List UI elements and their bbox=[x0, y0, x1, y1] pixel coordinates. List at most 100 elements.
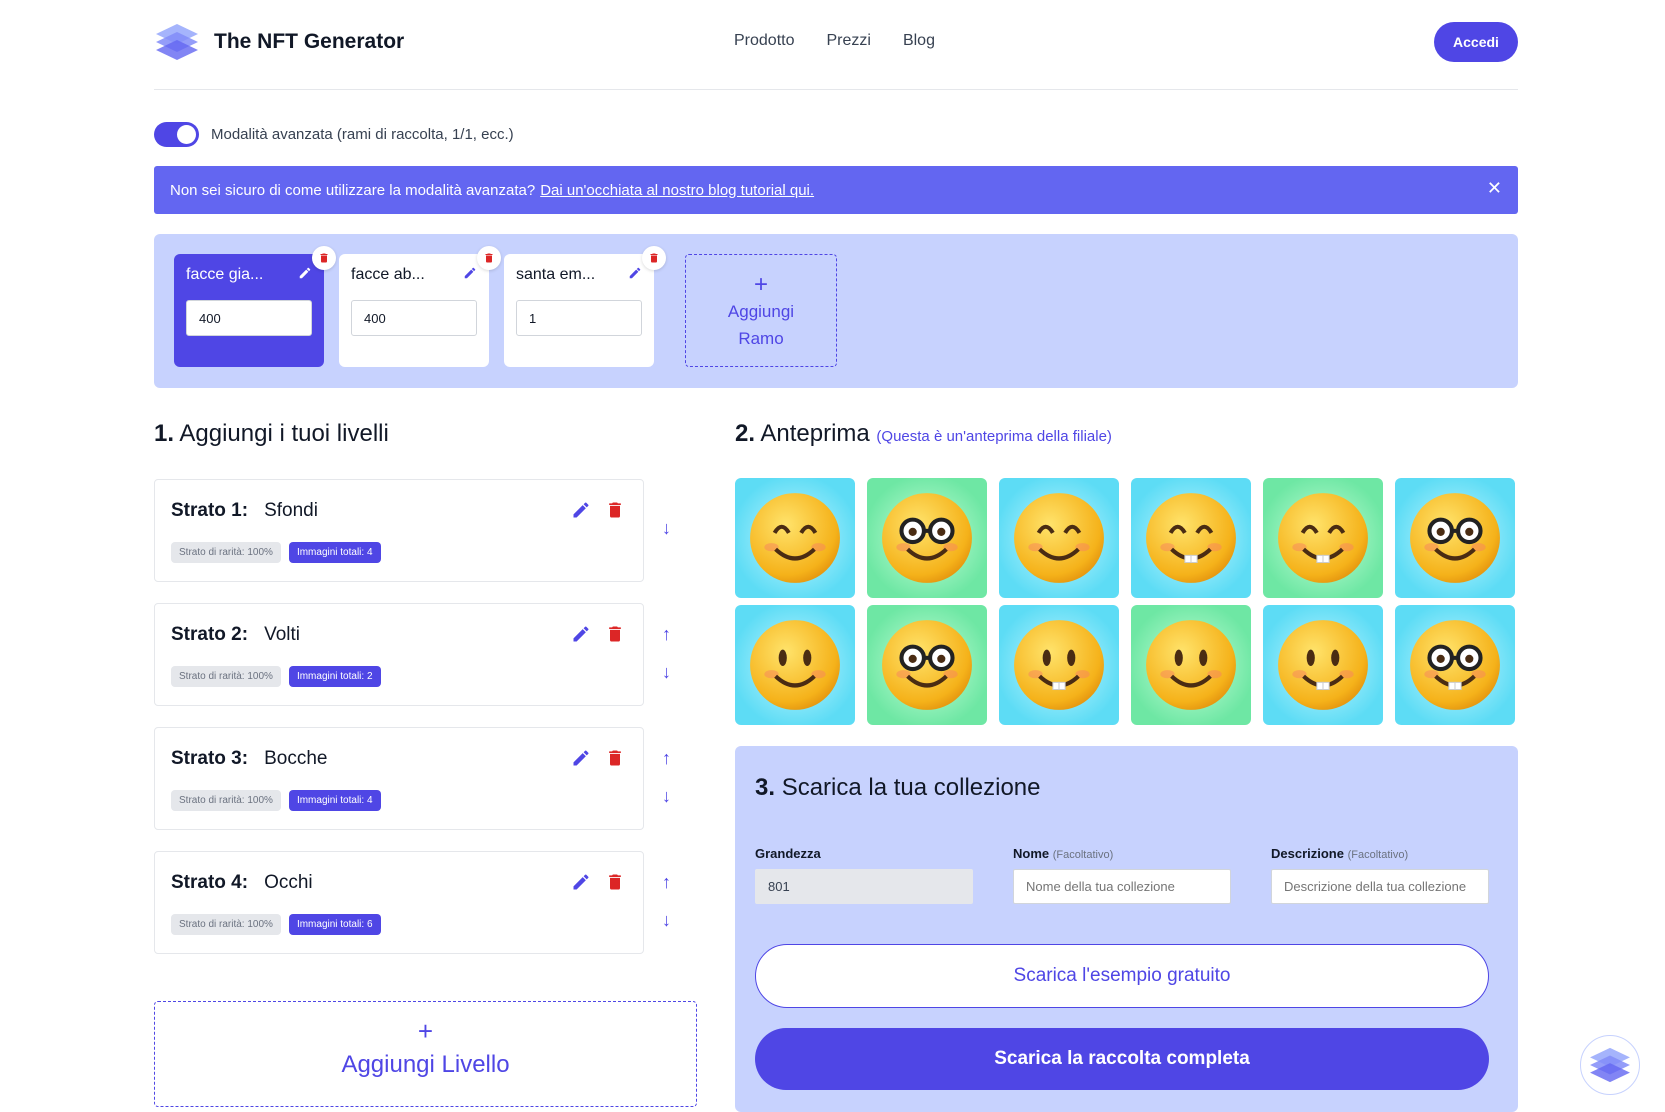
preview-nft-image[interactable] bbox=[1263, 605, 1383, 725]
total-images-badge: Immagini totali: 4 bbox=[288, 542, 381, 563]
page: The NFT Generator Prodotto Prezzi Blog A… bbox=[0, 0, 1665, 1112]
trash-icon[interactable] bbox=[605, 748, 625, 768]
layer-card: Strato 4: Occhi Strato di rarità: 100% Im… bbox=[154, 851, 644, 954]
main-nav: Prodotto Prezzi Blog bbox=[734, 32, 935, 50]
layer-name: Bocche bbox=[264, 748, 328, 769]
trash-icon[interactable] bbox=[312, 246, 336, 270]
arrow-down-icon[interactable]: ↓ bbox=[662, 910, 671, 931]
layer-label: Strato 4: bbox=[171, 872, 249, 893]
pencil-icon[interactable] bbox=[571, 624, 591, 644]
pencil-icon[interactable] bbox=[298, 266, 312, 280]
download-full-collection-button[interactable]: Scarica la raccolta completa bbox=[755, 1028, 1489, 1090]
nav-link-prodotto[interactable]: Prodotto bbox=[734, 32, 794, 50]
arrow-up-icon[interactable]: ↑ bbox=[662, 748, 671, 769]
brand-name: The NFT Generator bbox=[214, 30, 405, 53]
layer-name: Volti bbox=[264, 624, 300, 645]
plus-icon: + bbox=[417, 1016, 434, 1046]
advanced-mode-toggle[interactable] bbox=[154, 122, 199, 147]
layer-name: Sfondi bbox=[264, 500, 318, 521]
trash-icon[interactable] bbox=[605, 872, 625, 892]
name-label: Nome (Facoltativo) bbox=[1013, 846, 1114, 861]
add-layer-label: Aggiungi Livello bbox=[341, 1051, 510, 1078]
total-images-badge: Immagini totali: 4 bbox=[288, 790, 381, 811]
branches-panel: facce gia... facce ab... santa em... + bbox=[154, 234, 1518, 388]
logo[interactable]: The NFT Generator bbox=[154, 22, 404, 62]
preview-nft-image[interactable] bbox=[735, 478, 855, 598]
banner-tutorial-link[interactable]: Dai un'occhiata al nostro blog tutorial … bbox=[540, 182, 814, 199]
arrow-down-icon[interactable]: ↓ bbox=[662, 518, 671, 539]
layer-card: Strato 2: Volti Strato di rarità: 100% Im… bbox=[154, 603, 644, 706]
layer-card: Strato 3: Bocche Strato di rarità: 100% I… bbox=[154, 727, 644, 830]
preview-nft-image[interactable] bbox=[867, 605, 987, 725]
preview-section-title: 2. Anteprima (Questa è un'anteprima dell… bbox=[735, 420, 1112, 447]
layer-card: Strato 1: Sfondi Strato di rarità: 100% I… bbox=[154, 479, 644, 582]
layer-name: Occhi bbox=[264, 872, 313, 893]
layers-logo-icon bbox=[156, 24, 198, 60]
preview-nft-image[interactable] bbox=[1263, 478, 1383, 598]
preview-nft-image[interactable] bbox=[867, 478, 987, 598]
rarity-badge: Strato di rarità: 100% bbox=[171, 666, 281, 687]
pencil-icon[interactable] bbox=[463, 266, 477, 280]
nav-link-prezzi[interactable]: Prezzi bbox=[826, 32, 870, 50]
preview-nft-image[interactable] bbox=[999, 605, 1119, 725]
add-branch-label-1: Aggiungi bbox=[727, 302, 795, 321]
trash-icon[interactable] bbox=[605, 500, 625, 520]
preview-nft-image[interactable] bbox=[1131, 605, 1251, 725]
download-free-sample-button[interactable]: Scarica l'esempio gratuito bbox=[755, 944, 1489, 1008]
layers-section-title: 1. Aggiungi i tuoi livelli bbox=[154, 420, 389, 447]
branch-quantity-input[interactable] bbox=[186, 300, 312, 336]
login-button[interactable]: Accedi bbox=[1434, 22, 1518, 62]
layer-label: Strato 2: bbox=[171, 624, 249, 645]
branch-quantity-input[interactable] bbox=[351, 300, 477, 336]
arrow-down-icon[interactable]: ↓ bbox=[662, 662, 671, 683]
branch-name: santa em... bbox=[516, 266, 596, 283]
branch-card[interactable]: facce gia... bbox=[174, 246, 336, 367]
floating-logo-button[interactable] bbox=[1580, 1035, 1640, 1095]
add-layer-button[interactable]: + Aggiungi Livello bbox=[154, 1001, 697, 1107]
trash-icon[interactable] bbox=[605, 624, 625, 644]
pencil-icon[interactable] bbox=[571, 748, 591, 768]
add-branch-label-2: Ramo bbox=[738, 329, 784, 348]
info-banner: Non sei sicuro di come utilizzare la mod… bbox=[154, 166, 1518, 214]
branch-name: facce gia... bbox=[186, 266, 264, 283]
preview-nft-image[interactable] bbox=[1131, 478, 1251, 598]
rarity-badge: Strato di rarità: 100% bbox=[171, 542, 281, 563]
preview-grid bbox=[735, 478, 1515, 725]
preview-nft-image[interactable] bbox=[1395, 478, 1515, 598]
banner-text: Non sei sicuro di come utilizzare la mod… bbox=[170, 181, 536, 199]
size-label: Grandezza bbox=[755, 846, 821, 861]
rarity-badge: Strato di rarità: 100% bbox=[171, 790, 281, 811]
layers-logo-icon bbox=[1590, 1047, 1630, 1083]
layer-label: Strato 3: bbox=[171, 748, 249, 769]
pencil-icon[interactable] bbox=[571, 500, 591, 520]
branch-card[interactable]: facce ab... bbox=[339, 246, 501, 367]
preview-nft-image[interactable] bbox=[735, 605, 855, 725]
arrow-up-icon[interactable]: ↑ bbox=[662, 872, 671, 893]
arrow-up-icon[interactable]: ↑ bbox=[662, 624, 671, 645]
preview-subtitle: (Questa è un'anteprima della filiale) bbox=[876, 428, 1112, 445]
layer-label: Strato 1: bbox=[171, 500, 249, 521]
trash-icon[interactable] bbox=[477, 246, 501, 270]
arrow-down-icon[interactable]: ↓ bbox=[662, 786, 671, 807]
preview-nft-image[interactable] bbox=[999, 478, 1119, 598]
nav-link-blog[interactable]: Blog bbox=[903, 32, 935, 50]
add-branch-button[interactable]: + Aggiungi Ramo bbox=[685, 254, 837, 367]
advanced-mode-row: Modalità avanzata (rami di raccolta, 1/1… bbox=[154, 122, 514, 147]
pencil-icon[interactable] bbox=[628, 266, 642, 280]
plus-icon: + bbox=[753, 271, 768, 298]
download-panel: 3. Scarica la tua collezione Grandezza N… bbox=[735, 746, 1518, 1112]
preview-nft-image[interactable] bbox=[1395, 605, 1515, 725]
branch-name: facce ab... bbox=[351, 266, 425, 283]
close-icon[interactable]: ✕ bbox=[1487, 178, 1502, 199]
branch-quantity-input[interactable] bbox=[516, 300, 642, 336]
advanced-mode-label: Modalità avanzata (rami di raccolta, 1/1… bbox=[211, 126, 514, 143]
description-label: Descrizione (Facoltativo) bbox=[1271, 846, 1409, 861]
total-images-badge: Immagini totali: 2 bbox=[288, 666, 381, 687]
branch-card[interactable]: santa em... bbox=[504, 246, 666, 367]
collection-name-input[interactable] bbox=[1013, 869, 1231, 904]
total-images-badge: Immagini totali: 6 bbox=[288, 914, 381, 935]
size-input[interactable] bbox=[755, 869, 973, 904]
pencil-icon[interactable] bbox=[571, 872, 591, 892]
trash-icon[interactable] bbox=[642, 246, 666, 270]
collection-description-input[interactable] bbox=[1271, 869, 1489, 904]
